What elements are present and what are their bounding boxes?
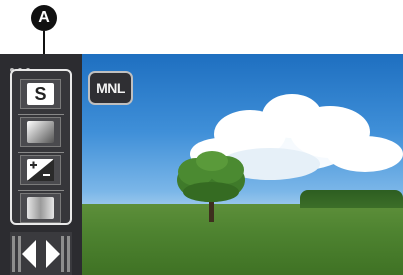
callout-label: A xyxy=(38,9,50,26)
menu-item-shutter[interactable] xyxy=(20,117,61,147)
tree-icon xyxy=(177,151,245,222)
gradient-icon xyxy=(27,121,54,143)
menu-divider xyxy=(18,152,64,153)
callout-badge-a: A xyxy=(31,5,57,31)
triangle-right-icon[interactable] xyxy=(10,232,72,275)
exposure-compensation-icon xyxy=(27,159,54,181)
panel-indicator-dots xyxy=(10,57,70,72)
camera-screen: S MNL xyxy=(0,54,403,275)
menu-nav-arrows xyxy=(10,232,72,275)
menu-item-exposure[interactable] xyxy=(20,155,61,185)
manual-mode-button[interactable]: MNL xyxy=(88,71,133,105)
left-control-panel: S xyxy=(0,54,82,275)
white-balance-icon xyxy=(27,197,54,219)
scene-s-icon: S xyxy=(27,83,54,105)
camera-ui-stage: A S MNL xyxy=(0,0,403,275)
manual-settings-menu: S xyxy=(10,69,72,225)
menu-divider xyxy=(18,190,64,191)
menu-item-scene-mode[interactable]: S xyxy=(20,79,61,109)
menu-divider xyxy=(18,114,64,115)
menu-item-white-balance[interactable] xyxy=(20,193,61,223)
manual-mode-label: MNL xyxy=(96,80,125,96)
